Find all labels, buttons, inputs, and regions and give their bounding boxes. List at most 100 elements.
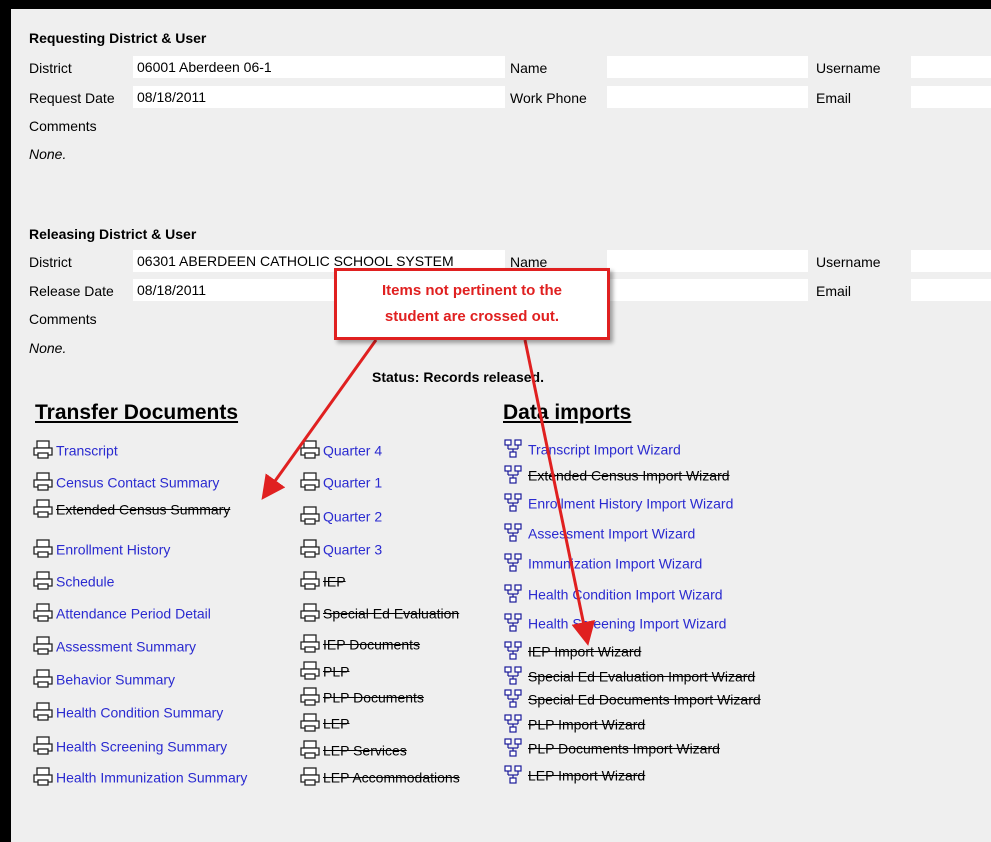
crossed-out-label: PLP Documents xyxy=(323,689,424,706)
printer-icon xyxy=(298,687,322,707)
list-item-plp: PLP xyxy=(298,659,349,681)
crossed-out-label: LEP Import Wizard xyxy=(528,767,646,784)
releasing-comments-label: Comments xyxy=(29,311,97,327)
list-item-schedule[interactable]: Schedule xyxy=(31,569,114,591)
wizard-icon xyxy=(503,689,527,709)
requesting-comments-label: Comments xyxy=(29,118,97,134)
releasing-username-field xyxy=(911,250,991,272)
list-item-health-condition-import-wizard[interactable]: Health Condition Import Wizard xyxy=(503,582,723,604)
work-phone-label: Work Phone xyxy=(510,90,587,106)
wizard-icon xyxy=(503,523,527,543)
wizard-icon xyxy=(503,465,527,485)
link-label[interactable]: Immunization Import Wizard xyxy=(528,555,702,571)
data-imports-title: Data imports xyxy=(503,401,632,424)
list-item-behavior-summary[interactable]: Behavior Summary xyxy=(31,667,175,689)
crossed-out-label: Extended Census Summary xyxy=(56,501,231,518)
list-item-lep-services: LEP Services xyxy=(298,738,407,760)
releasing-username-label: Username xyxy=(816,254,881,270)
link-label[interactable]: Quarter 2 xyxy=(323,508,382,524)
list-item-health-screening-summary[interactable]: Health Screening Summary xyxy=(31,734,227,756)
link-label[interactable]: Transcript Import Wizard xyxy=(528,441,681,457)
crossed-out-label: Special Ed Evaluation Import Wizard xyxy=(528,668,756,685)
callout-line-2: student are crossed out. xyxy=(384,308,560,325)
list-item-health-condition-summary[interactable]: Health Condition Summary xyxy=(31,700,223,722)
requesting-section-title: Requesting District & User xyxy=(29,30,207,46)
printer-icon xyxy=(31,669,55,689)
list-item-quarter-2[interactable]: Quarter 2 xyxy=(298,504,382,526)
link-label[interactable]: Health Immunization Summary xyxy=(56,769,247,785)
work-phone-field xyxy=(607,86,808,108)
list-item-plp-documents-import-wizard: PLP Documents Import Wizard xyxy=(503,736,720,758)
crossed-out-label: PLP Documents Import Wizard xyxy=(528,740,720,757)
list-item-immunization-import-wizard[interactable]: Immunization Import Wizard xyxy=(503,551,702,573)
link-label[interactable]: Assessment Import Wizard xyxy=(528,525,695,541)
printer-icon xyxy=(31,636,55,656)
wizard-icon xyxy=(503,584,527,604)
printer-icon xyxy=(31,571,55,591)
list-item-lep-accommodations: LEP Accommodations xyxy=(298,765,460,787)
list-item-transcript[interactable]: Transcript xyxy=(31,438,118,460)
list-item-special-ed-evaluation: Special Ed Evaluation xyxy=(298,601,459,623)
printer-icon xyxy=(31,767,55,787)
link-label[interactable]: Health Screening Import Wizard xyxy=(528,615,726,631)
link-label[interactable]: Quarter 1 xyxy=(323,474,382,490)
printer-icon xyxy=(298,603,322,623)
list-item-plp-import-wizard: PLP Import Wizard xyxy=(503,712,645,734)
link-label[interactable]: Health Screening Summary xyxy=(56,738,227,754)
releasing-district-label: District xyxy=(29,254,72,270)
wizard-icon xyxy=(503,666,527,686)
link-label[interactable]: Schedule xyxy=(56,573,114,589)
requesting-district-label: District xyxy=(29,60,72,76)
link-label[interactable]: Assessment Summary xyxy=(56,638,196,654)
list-item-special-ed-documents-import-wizard: Special Ed Documents Import Wizard xyxy=(503,687,761,709)
list-item-extended-census-import-wizard: Extended Census Import Wizard xyxy=(503,463,730,485)
list-item-assessment-summary[interactable]: Assessment Summary xyxy=(31,634,196,656)
printer-icon xyxy=(31,472,55,492)
list-item-quarter-1[interactable]: Quarter 1 xyxy=(298,470,382,492)
list-item-health-immunization-summary[interactable]: Health Immunization Summary xyxy=(31,765,247,787)
link-label[interactable]: Quarter 4 xyxy=(323,442,382,458)
crossed-out-label: LEP xyxy=(323,715,350,732)
printer-icon xyxy=(31,736,55,756)
crossed-out-label: IEP xyxy=(323,573,346,590)
list-item-health-screening-import-wizard[interactable]: Health Screening Import Wizard xyxy=(503,611,726,633)
printer-icon xyxy=(298,539,322,559)
list-item-enrollment-history[interactable]: Enrollment History xyxy=(31,537,170,559)
link-label[interactable]: Census Contact Summary xyxy=(56,474,219,490)
crossed-out-label: PLP xyxy=(323,663,350,680)
release-date-label: Release Date xyxy=(29,283,114,299)
releasing-email-label: Email xyxy=(816,283,852,299)
link-label[interactable]: Health Condition Import Wizard xyxy=(528,586,723,602)
requesting-name-field xyxy=(607,56,808,78)
link-label[interactable]: Behavior Summary xyxy=(56,671,175,687)
crossed-out-label: IEP Documents xyxy=(323,636,421,653)
list-item-assessment-import-wizard[interactable]: Assessment Import Wizard xyxy=(503,521,695,543)
printer-icon xyxy=(298,472,322,492)
requesting-email-label: Email xyxy=(816,90,852,106)
list-item-enrollment-history-import-wizard[interactable]: Enrollment History Import Wizard xyxy=(503,491,733,513)
printer-icon xyxy=(31,499,55,519)
printer-icon xyxy=(298,571,322,591)
releasing-email-field xyxy=(911,279,991,301)
printer-icon xyxy=(298,713,322,733)
list-item-attendance-period-detail[interactable]: Attendance Period Detail xyxy=(31,601,211,623)
printer-icon xyxy=(298,506,322,526)
wizard-icon xyxy=(503,439,527,459)
list-item-iep-import-wizard: IEP Import Wizard xyxy=(503,639,641,661)
list-item-quarter-3[interactable]: Quarter 3 xyxy=(298,537,382,559)
printer-icon xyxy=(31,702,55,722)
link-label[interactable]: Enrollment History Import Wizard xyxy=(528,495,733,511)
crossed-out-label: PLP Import Wizard xyxy=(528,716,646,733)
link-label[interactable]: Attendance Period Detail xyxy=(56,605,211,621)
transfer-documents-title: Transfer Documents xyxy=(35,401,239,424)
printer-icon xyxy=(298,767,322,787)
list-item-quarter-4[interactable]: Quarter 4 xyxy=(298,438,382,460)
link-label[interactable]: Health Condition Summary xyxy=(56,704,223,720)
link-label[interactable]: Transcript xyxy=(56,442,118,458)
link-label[interactable]: Enrollment History xyxy=(56,541,170,557)
list-item-transcript-import-wizard[interactable]: Transcript Import Wizard xyxy=(503,437,681,459)
wizard-icon xyxy=(503,765,527,785)
link-label[interactable]: Quarter 3 xyxy=(323,541,382,557)
list-item-census-contact-summary[interactable]: Census Contact Summary xyxy=(31,470,219,492)
requesting-username-field xyxy=(911,56,991,78)
